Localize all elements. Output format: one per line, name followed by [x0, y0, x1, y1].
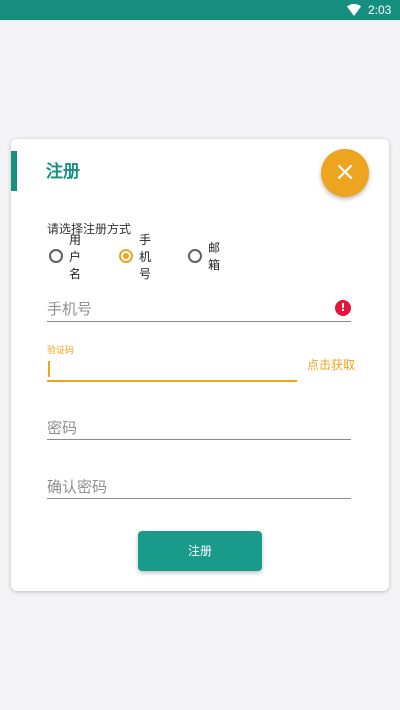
get-code-button[interactable]: 点击获取: [307, 356, 355, 373]
status-time: 2:03: [368, 3, 392, 17]
text-cursor: [48, 361, 50, 377]
radio-phone[interactable]: 手机号: [119, 233, 151, 281]
password-field[interactable]: 密码: [47, 411, 351, 440]
radio-email[interactable]: 邮箱: [188, 241, 220, 272]
verification-code-field[interactable]: 验证码: [47, 339, 297, 382]
wifi-icon: [347, 4, 361, 16]
title-accent-bar: [11, 151, 17, 191]
alert-icon: !: [335, 300, 351, 316]
radio-username[interactable]: 用户名: [49, 233, 81, 281]
register-dialog: 注册 请选择注册方式 用户名 手机号 邮箱 手机号 ! 验证码 点击获取 密码 …: [11, 139, 389, 591]
phone-field[interactable]: 手机号 !: [47, 292, 351, 322]
phone-placeholder: 手机号: [47, 300, 93, 318]
confirm-password-field[interactable]: 确认密码: [47, 470, 351, 499]
dialog-title: 注册: [46, 162, 80, 182]
radio-circle: [119, 249, 133, 263]
status-bar: 2:03: [0, 0, 400, 20]
radio-label: 用户名: [69, 232, 82, 281]
close-icon: ×: [334, 157, 356, 187]
radio-circle: [188, 249, 202, 263]
register-method-label: 请选择注册方式: [47, 222, 132, 236]
confirm-password-placeholder: 确认密码: [47, 478, 108, 496]
password-placeholder: 密码: [47, 419, 78, 437]
verification-code-label: 验证码: [47, 346, 75, 356]
radio-label: 手机号: [139, 232, 152, 281]
close-button[interactable]: ×: [321, 149, 369, 197]
radio-circle: [49, 249, 63, 263]
radio-label: 邮箱: [208, 241, 221, 272]
register-button[interactable]: 注册: [138, 531, 262, 571]
